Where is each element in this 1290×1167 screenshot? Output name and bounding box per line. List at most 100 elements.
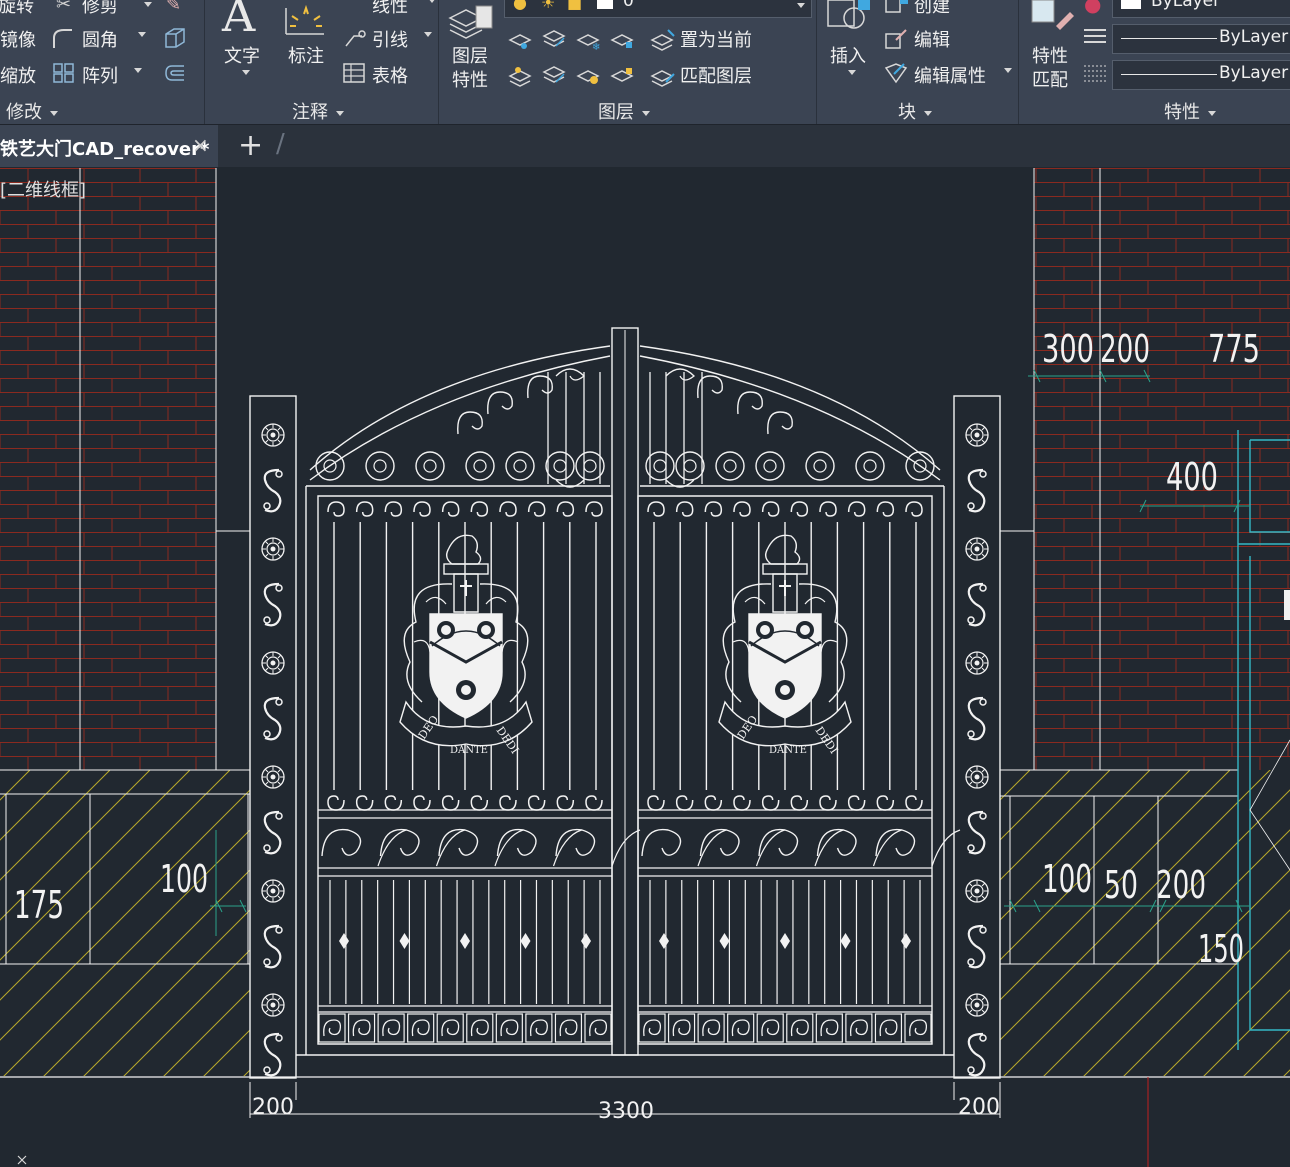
make-current-icon bbox=[650, 29, 675, 51]
arch-scroll-inner bbox=[683, 459, 697, 473]
pillar-rosette bbox=[965, 765, 989, 789]
fillet-button[interactable]: 圆角 bbox=[82, 26, 118, 52]
dropdown-arrow-icon[interactable] bbox=[130, 24, 146, 43]
leaf-knob bbox=[339, 933, 349, 949]
leaf-knob bbox=[520, 933, 531, 949]
document-tab[interactable]: 铁艺大门CAD_recover* × bbox=[0, 125, 218, 167]
close-icon[interactable]: × bbox=[192, 133, 209, 157]
text-icon: A bbox=[222, 0, 256, 42]
dropdown-arrow-icon[interactable] bbox=[840, 62, 856, 81]
leader-button[interactable]: 引线 bbox=[372, 26, 408, 52]
panel-block-label[interactable]: 块 bbox=[898, 98, 932, 124]
color-wheel-icon: ● bbox=[1084, 0, 1102, 16]
lightbulb-icon: ● bbox=[513, 0, 527, 12]
dimension-icon bbox=[285, 4, 324, 35]
panel-divider bbox=[438, 0, 439, 124]
layer-properties-icon bbox=[448, 5, 493, 39]
arch-scroll bbox=[505, 451, 535, 481]
scale-button[interactable]: 缩放 bbox=[0, 62, 36, 88]
leaf-bottom-cell bbox=[347, 1013, 376, 1043]
mirror-button[interactable]: 镜像 bbox=[0, 26, 36, 52]
arch-scroll bbox=[365, 451, 395, 481]
pillar-scroll bbox=[966, 810, 988, 855]
pillar-rosette bbox=[261, 993, 285, 1017]
gate-leaf-left bbox=[318, 501, 641, 1043]
arch-scroll-inner bbox=[583, 459, 597, 473]
layer-tools-row1-icons[interactable]: ❄ bbox=[506, 26, 646, 52]
leaf-bottom-cell bbox=[845, 1013, 873, 1043]
document-tab-title: 铁艺大门CAD_recover* bbox=[0, 139, 210, 160]
linetype-dropdown[interactable]: ByLayer bbox=[1112, 24, 1290, 54]
drawing-canvas[interactable]: DEO DANTE DEDI DEO DANTE DEDI 300 200 77… bbox=[0, 168, 1290, 1167]
match-layer-button[interactable]: 匹配图层 bbox=[680, 62, 752, 88]
leaf-bottom-cell bbox=[786, 1013, 814, 1043]
arch-scroll bbox=[855, 451, 885, 481]
insert-block-icon bbox=[827, 0, 870, 29]
dim-text-right-c: 200 bbox=[1156, 863, 1206, 907]
dropdown-arrow-icon[interactable] bbox=[234, 62, 250, 81]
table-button[interactable]: 表格 bbox=[372, 62, 408, 88]
match-properties-line1[interactable]: 特性 bbox=[1032, 42, 1068, 68]
leaf-bottom-scroll bbox=[585, 795, 603, 811]
panel-annotation-label[interactable]: 注释 bbox=[292, 98, 344, 124]
3d-box-icon[interactable] bbox=[162, 26, 188, 50]
array-icon bbox=[53, 63, 74, 83]
panel-modify-label[interactable]: 修改 bbox=[6, 98, 58, 124]
dim-text-top-a: 300 bbox=[1042, 327, 1094, 371]
create-block-icon bbox=[885, 0, 908, 13]
viewport-style-label[interactable]: [二维线框] bbox=[0, 176, 86, 202]
pillar-scroll bbox=[966, 582, 988, 627]
edit-attributes-button[interactable]: 编辑属性 bbox=[914, 62, 986, 88]
dropdown-arrow-icon[interactable] bbox=[420, 0, 436, 9]
leaf-top-scroll bbox=[441, 501, 460, 517]
erase-icon[interactable]: ✎ bbox=[166, 0, 181, 15]
pillar-rosette bbox=[965, 651, 989, 675]
new-tab-button[interactable]: + bbox=[238, 128, 263, 163]
dropdown-arrow-icon[interactable] bbox=[996, 60, 1012, 79]
make-current-button[interactable]: 置为当前 bbox=[680, 26, 752, 52]
leaf-bottom-scroll bbox=[790, 795, 809, 811]
leaf-bottom-scroll bbox=[384, 795, 403, 811]
create-button[interactable]: 创建 bbox=[914, 0, 950, 18]
linear-button[interactable]: 线性 bbox=[372, 0, 408, 18]
arch-scroll bbox=[675, 451, 705, 481]
layer-properties-line1[interactable]: 图层 bbox=[452, 42, 488, 68]
arch-left bbox=[309, 345, 611, 481]
trim-button[interactable]: 修剪 bbox=[82, 0, 118, 18]
layer-tools-row2-icons[interactable] bbox=[506, 62, 646, 88]
edit-button[interactable]: 编辑 bbox=[914, 26, 950, 52]
dropdown-arrow-icon[interactable] bbox=[126, 60, 142, 79]
dim-text-top-b: 200 bbox=[1100, 327, 1150, 371]
panel-divider bbox=[816, 0, 817, 124]
dimension-button[interactable]: 标注 bbox=[288, 42, 324, 68]
match-properties-line2[interactable]: 匹配 bbox=[1032, 66, 1068, 92]
leaf-knob bbox=[581, 933, 591, 949]
arch-scroll-inner bbox=[653, 459, 667, 473]
array-button[interactable]: 阵列 bbox=[82, 62, 118, 88]
panel-divider bbox=[204, 0, 205, 124]
panel-layers-text: 图层 bbox=[598, 102, 634, 123]
leaf-bottom-cell bbox=[667, 1013, 696, 1043]
dropdown-arrow-icon[interactable] bbox=[136, 0, 152, 13]
table-icon bbox=[343, 63, 365, 83]
leaf-knob bbox=[840, 933, 851, 949]
panel-properties-label[interactable]: 特性 bbox=[1164, 98, 1216, 124]
layer-properties-line2[interactable]: 特性 bbox=[452, 66, 488, 92]
leaf-bottom-scroll bbox=[527, 795, 546, 811]
lineweight-dropdown[interactable]: ByLayer bbox=[1112, 60, 1290, 90]
leaf-bottom-cell bbox=[377, 1013, 405, 1043]
panel-layers-label[interactable]: 图层 bbox=[598, 98, 650, 124]
pillar-rosette bbox=[261, 537, 285, 561]
ucs-icon bbox=[17, 1155, 27, 1165]
match-layer-icon bbox=[650, 70, 675, 87]
dropdown-arrow-icon[interactable] bbox=[416, 24, 432, 43]
side-door-handle bbox=[1284, 590, 1290, 620]
offset-icon[interactable] bbox=[162, 62, 188, 84]
leaf-knob bbox=[659, 933, 669, 949]
leaf-bottom-scroll bbox=[761, 795, 780, 811]
layer-dropdown[interactable]: ● ☀ ■ 0 bbox=[504, 0, 812, 18]
rotate-button[interactable]: 旋转 bbox=[0, 0, 34, 18]
leaf-bottom-scroll bbox=[470, 795, 489, 811]
color-dropdown[interactable]: ByLayer bbox=[1112, 0, 1290, 18]
leaf-bottom-cell bbox=[318, 1013, 346, 1043]
